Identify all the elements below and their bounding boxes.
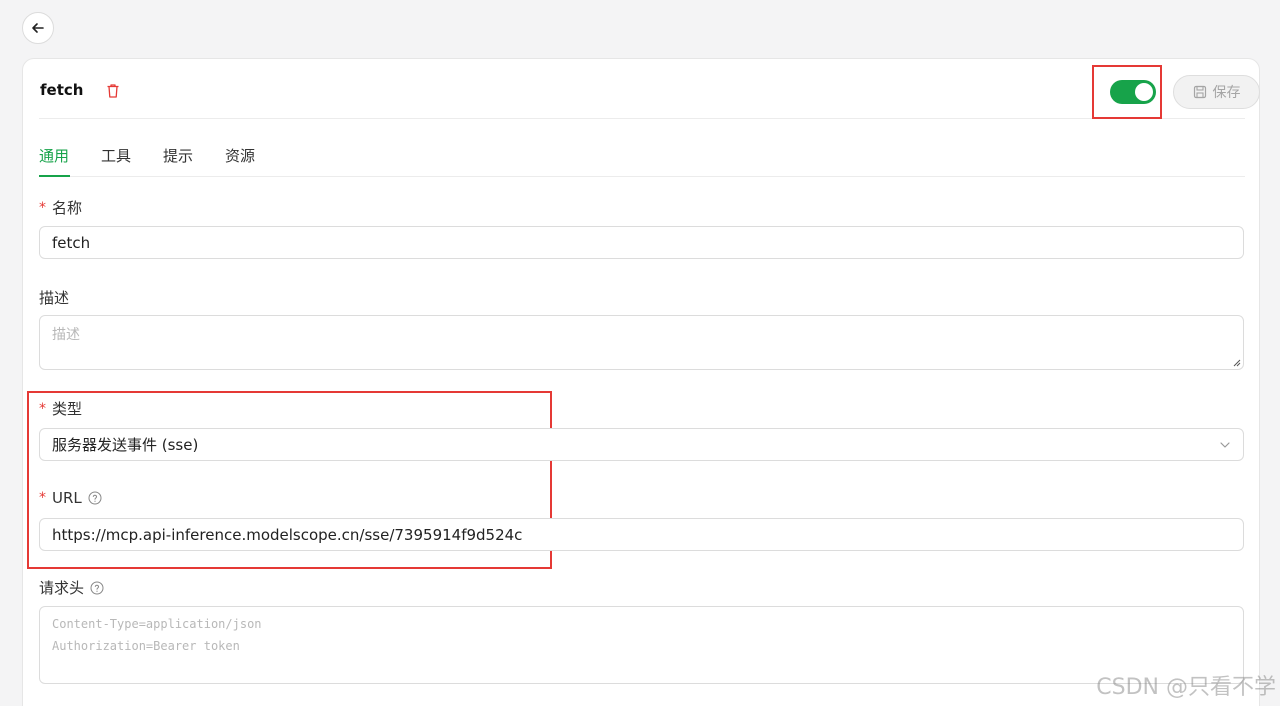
url-input[interactable]: https://mcp.api-inference.modelscope.cn/… xyxy=(39,518,1244,551)
type-select[interactable]: 服务器发送事件 (sse) xyxy=(39,428,1244,461)
url-input-value: https://mcp.api-inference.modelscope.cn/… xyxy=(52,525,523,544)
headers-textarea[interactable]: Content-Type=application/json Authorizat… xyxy=(39,606,1244,684)
card-header: fetch 保存 xyxy=(39,59,1260,119)
description-label: 描述 xyxy=(39,287,69,308)
server-settings-card: fetch 保存 通用 工具 提示 资源 * 名称 fetch 描述 描述 * … xyxy=(22,58,1260,706)
tab-bar: 通用 工具 提示 资源 xyxy=(39,119,1245,177)
headers-placeholder-line-2: Authorization=Bearer token xyxy=(52,639,240,653)
enable-toggle[interactable] xyxy=(1110,80,1156,104)
name-input[interactable]: fetch xyxy=(39,226,1244,259)
name-input-value: fetch xyxy=(52,233,91,252)
help-circle-icon[interactable] xyxy=(88,491,102,505)
type-label: * 类型 xyxy=(39,398,82,419)
save-icon xyxy=(1193,85,1206,99)
arrow-left-icon xyxy=(32,23,44,33)
required-mark: * xyxy=(39,199,46,216)
tab-prompts[interactable]: 提示 xyxy=(163,145,193,166)
required-mark: * xyxy=(39,490,46,506)
trash-icon[interactable] xyxy=(106,83,120,99)
headers-label-text: 请求头 xyxy=(39,579,85,597)
type-select-value: 服务器发送事件 (sse) xyxy=(52,436,199,454)
active-tab-indicator xyxy=(39,175,70,177)
save-button-label: 保存 xyxy=(1212,85,1241,101)
headers-placeholder-line-1: Content-Type=application/json xyxy=(52,617,262,631)
watermark: CSDN @只看不学 xyxy=(1096,675,1276,700)
name-label-text: 名称 xyxy=(52,199,83,217)
help-circle-icon[interactable] xyxy=(90,581,104,595)
type-label-text: 类型 xyxy=(52,400,83,418)
tab-general[interactable]: 通用 xyxy=(39,145,69,166)
required-mark: * xyxy=(39,400,46,417)
tab-resources[interactable]: 资源 xyxy=(225,145,255,166)
toggle-knob xyxy=(1135,83,1153,101)
description-label-text: 描述 xyxy=(39,289,70,307)
description-textarea[interactable]: 描述 xyxy=(39,315,1244,370)
url-label: * URL xyxy=(39,489,102,507)
resize-handle-icon[interactable] xyxy=(1231,357,1241,367)
headers-label: 请求头 xyxy=(39,577,104,598)
back-button[interactable] xyxy=(22,12,54,44)
tab-tools[interactable]: 工具 xyxy=(101,145,131,166)
description-placeholder: 描述 xyxy=(52,327,80,343)
chevron-down-icon xyxy=(1220,442,1230,448)
save-button[interactable]: 保存 xyxy=(1173,75,1260,109)
url-label-text: URL xyxy=(52,489,82,507)
server-title: fetch xyxy=(40,81,84,99)
name-label: * 名称 xyxy=(39,197,82,218)
